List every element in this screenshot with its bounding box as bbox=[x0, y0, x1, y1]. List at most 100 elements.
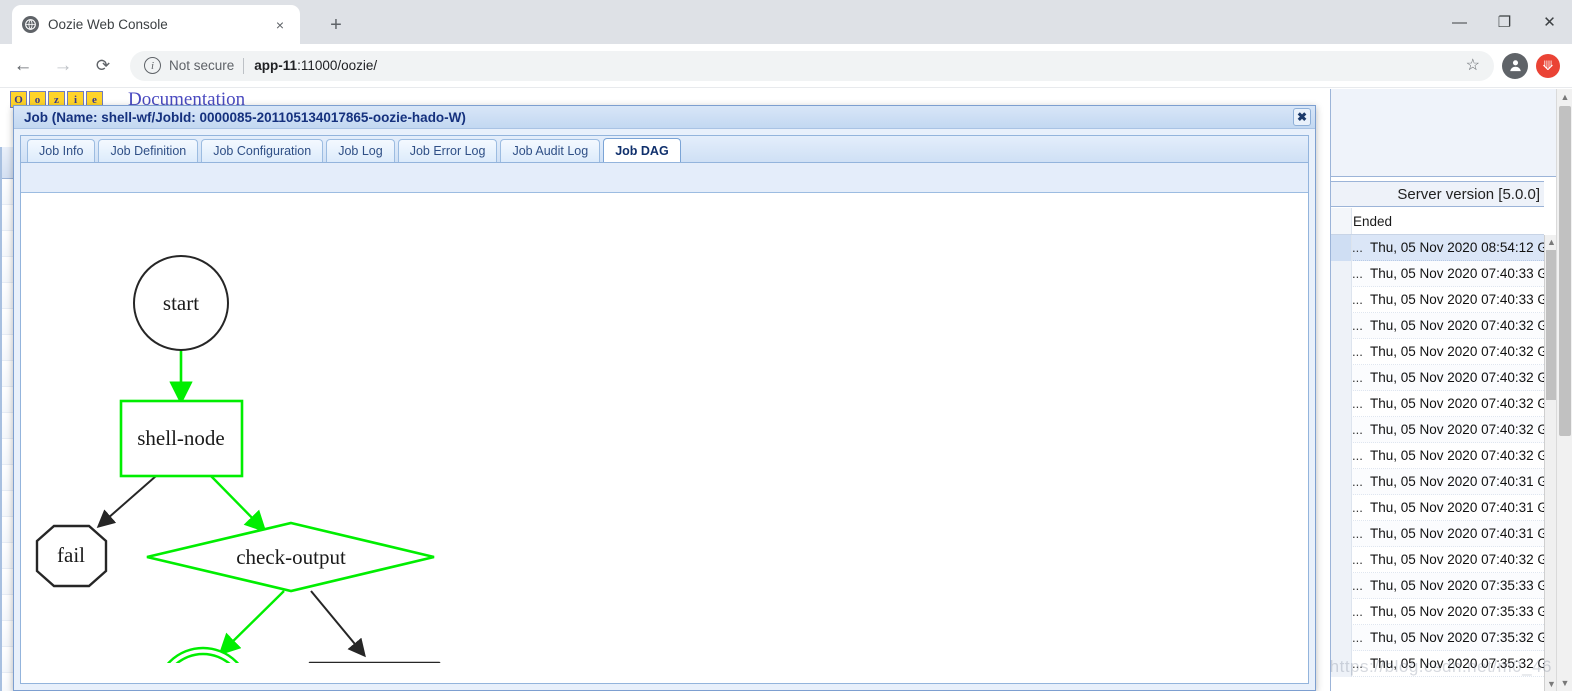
header-cell-index bbox=[1331, 208, 1352, 234]
table-row[interactable]: ... Thu, 05 Nov 2020 07:40:33 G bbox=[1331, 286, 1544, 313]
row-index-cell bbox=[1331, 234, 1352, 261]
page-scrollbar-thumb[interactable] bbox=[1559, 106, 1571, 436]
row-truncated-cell: ... bbox=[1352, 630, 1363, 645]
row-ended-cell: Thu, 05 Nov 2020 07:40:32 G bbox=[1370, 370, 1544, 385]
forward-icon[interactable]: → bbox=[46, 49, 80, 83]
table-row[interactable]: ... Thu, 05 Nov 2020 07:35:33 G bbox=[1331, 572, 1544, 599]
tab-job-log[interactable]: Job Log bbox=[326, 139, 395, 162]
browser-window: Oozie Web Console × + — ❐ ✕ ← → ⟳ i Not … bbox=[0, 0, 1572, 691]
row-index-cell bbox=[1331, 364, 1352, 391]
page-scroll-up-icon[interactable]: ▲ bbox=[1557, 89, 1572, 105]
close-icon[interactable]: × bbox=[270, 15, 290, 35]
dag-node-end[interactable]: end bbox=[156, 646, 250, 663]
url-host: app-11 bbox=[254, 58, 298, 73]
row-truncated-cell: ... bbox=[1352, 370, 1363, 385]
server-version-label: Server version [5.0.0] bbox=[1331, 181, 1544, 207]
row-index-cell bbox=[1331, 312, 1352, 339]
row-truncated-cell: ... bbox=[1352, 474, 1363, 489]
row-ended-cell: Thu, 05 Nov 2020 07:35:33 G bbox=[1370, 604, 1544, 619]
row-ended-cell: Thu, 05 Nov 2020 07:35:33 G bbox=[1370, 578, 1544, 593]
dialog-title-bar[interactable]: Job (Name: shell-wf/JobId: 0000085-20110… bbox=[14, 106, 1315, 129]
row-ended-cell: Thu, 05 Nov 2020 07:40:33 G bbox=[1370, 292, 1544, 307]
table-row[interactable]: ... Thu, 05 Nov 2020 07:40:31 G bbox=[1331, 494, 1544, 521]
account-icon[interactable] bbox=[1502, 52, 1528, 79]
page-scrollbar[interactable]: ▲ ▼ bbox=[1556, 89, 1572, 691]
dialog-close-icon[interactable]: ✖ bbox=[1293, 108, 1311, 126]
row-ended-cell: Thu, 05 Nov 2020 07:40:32 G bbox=[1370, 344, 1544, 359]
row-ended-cell: Thu, 05 Nov 2020 07:40:31 G bbox=[1370, 526, 1544, 541]
row-index-cell bbox=[1331, 442, 1352, 469]
job-dag-canvas[interactable]: start shell-node fail check-output bbox=[21, 193, 1308, 683]
dag-node-shell-node-label: shell-node bbox=[137, 426, 224, 450]
dialog-body: Job Info Job Definition Job Configuration J… bbox=[14, 130, 1315, 690]
table-row[interactable]: ... Thu, 05 Nov 2020 07:40:32 G bbox=[1331, 416, 1544, 443]
table-row[interactable]: ... Thu, 05 Nov 2020 07:40:32 G bbox=[1331, 338, 1544, 365]
row-truncated-cell: ... bbox=[1352, 604, 1363, 619]
browser-toolbar: ← → ⟳ i Not secure app-11:11000/oozie/ ☆… bbox=[0, 44, 1572, 88]
update-arrow-icon[interactable]: ⟱ bbox=[1536, 53, 1560, 78]
dag-node-start[interactable]: start bbox=[133, 255, 229, 351]
table-row[interactable]: ... Thu, 05 Nov 2020 07:40:32 G bbox=[1331, 546, 1544, 573]
table-row[interactable]: ... Thu, 05 Nov 2020 07:40:32 G bbox=[1331, 364, 1544, 391]
row-index-cell bbox=[1331, 260, 1352, 287]
back-icon[interactable]: ← bbox=[6, 49, 40, 83]
row-truncated-cell: ... bbox=[1352, 552, 1363, 567]
table-row[interactable]: ... Thu, 05 Nov 2020 07:40:31 G bbox=[1331, 468, 1544, 495]
row-ended-cell: Thu, 05 Nov 2020 07:40:32 G bbox=[1370, 448, 1544, 463]
minimize-icon[interactable]: — bbox=[1437, 0, 1482, 44]
new-tab-button[interactable]: + bbox=[322, 11, 350, 39]
row-truncated-cell: ... bbox=[1352, 578, 1363, 593]
row-ended-cell: Thu, 05 Nov 2020 07:40:32 G bbox=[1370, 318, 1544, 333]
dag-node-check-output-label: check-output bbox=[236, 545, 346, 569]
header-cell-ended: Ended bbox=[1353, 213, 1393, 229]
row-index-cell bbox=[1331, 416, 1352, 443]
jobs-table-right-panel: Server version [5.0.0] Ended ... Thu, 05 … bbox=[1330, 89, 1557, 691]
reload-icon[interactable]: ⟳ bbox=[86, 49, 120, 83]
row-ended-cell: Thu, 05 Nov 2020 07:35:32 G bbox=[1370, 630, 1544, 645]
dag-edge-checkoutput-to-end bbox=[218, 590, 285, 656]
panel-top-strip bbox=[1331, 89, 1557, 177]
row-index-cell bbox=[1331, 286, 1352, 313]
dag-node-fail[interactable]: fail bbox=[35, 524, 108, 588]
table-row[interactable]: ... Thu, 05 Nov 2020 07:40:31 G bbox=[1331, 520, 1544, 547]
row-ended-cell: Thu, 05 Nov 2020 07:40:32 G bbox=[1370, 552, 1544, 567]
info-icon[interactable]: i bbox=[144, 57, 161, 74]
window-controls: — ❐ ✕ bbox=[1437, 0, 1572, 44]
jobs-table-body: ... Thu, 05 Nov 2020 08:54:12 G... Thu, 05… bbox=[1331, 234, 1544, 677]
table-row[interactable]: ... Thu, 05 Nov 2020 07:40:32 G bbox=[1331, 442, 1544, 469]
tab-job-info[interactable]: Job Info bbox=[27, 139, 96, 162]
dag-node-check-output[interactable]: check-output bbox=[146, 521, 435, 593]
row-ended-cell: Thu, 05 Nov 2020 07:40:31 G bbox=[1370, 474, 1544, 489]
job-tab-bar: Job Info Job Definition Job Configuration J… bbox=[21, 136, 1308, 163]
window-close-icon[interactable]: ✕ bbox=[1527, 0, 1572, 44]
jobs-table-header: Ended bbox=[1331, 208, 1544, 235]
row-index-cell bbox=[1331, 572, 1352, 599]
tab-job-audit-log[interactable]: Job Audit Log bbox=[500, 139, 601, 162]
row-index-cell bbox=[1331, 598, 1352, 625]
dag-node-shell-node[interactable]: shell-node bbox=[119, 399, 244, 478]
row-ended-cell: Thu, 05 Nov 2020 07:40:31 G bbox=[1370, 500, 1544, 515]
url-path: :11000/oozie/ bbox=[297, 58, 378, 73]
dag-node-fail-label: fail bbox=[57, 543, 85, 567]
table-row[interactable]: ... Thu, 05 Nov 2020 07:35:33 G bbox=[1331, 598, 1544, 625]
address-bar[interactable]: i Not secure app-11:11000/oozie/ ☆ bbox=[130, 50, 1494, 81]
row-index-cell bbox=[1331, 494, 1352, 521]
table-row[interactable]: ... Thu, 05 Nov 2020 08:54:12 G bbox=[1331, 234, 1544, 261]
row-truncated-cell: ... bbox=[1352, 422, 1363, 437]
table-row[interactable]: ... Thu, 05 Nov 2020 07:40:32 G bbox=[1331, 390, 1544, 417]
tab-job-definition[interactable]: Job Definition bbox=[98, 139, 199, 162]
table-row[interactable]: ... Thu, 05 Nov 2020 07:40:33 G bbox=[1331, 260, 1544, 287]
tab-job-dag[interactable]: Job DAG bbox=[603, 138, 681, 162]
browser-tab[interactable]: Oozie Web Console × bbox=[12, 5, 300, 44]
row-index-cell bbox=[1331, 546, 1352, 573]
star-icon[interactable]: ☆ bbox=[1466, 57, 1480, 74]
table-row[interactable]: ... Thu, 05 Nov 2020 07:35:32 G bbox=[1331, 624, 1544, 651]
row-truncated-cell: ... bbox=[1352, 396, 1363, 411]
table-row[interactable]: ... Thu, 05 Nov 2020 07:40:32 G bbox=[1331, 312, 1544, 339]
maximize-icon[interactable]: ❐ bbox=[1482, 0, 1527, 44]
table-row[interactable]: ... Thu, 05 Nov 2020 07:35:32 G bbox=[1331, 650, 1544, 677]
tab-job-error-log[interactable]: Job Error Log bbox=[397, 139, 498, 162]
url-text: app-11:11000/oozie/ bbox=[254, 58, 377, 73]
tab-job-configuration[interactable]: Job Configuration bbox=[201, 139, 324, 162]
page-scroll-down-icon[interactable]: ▼ bbox=[1557, 675, 1572, 691]
